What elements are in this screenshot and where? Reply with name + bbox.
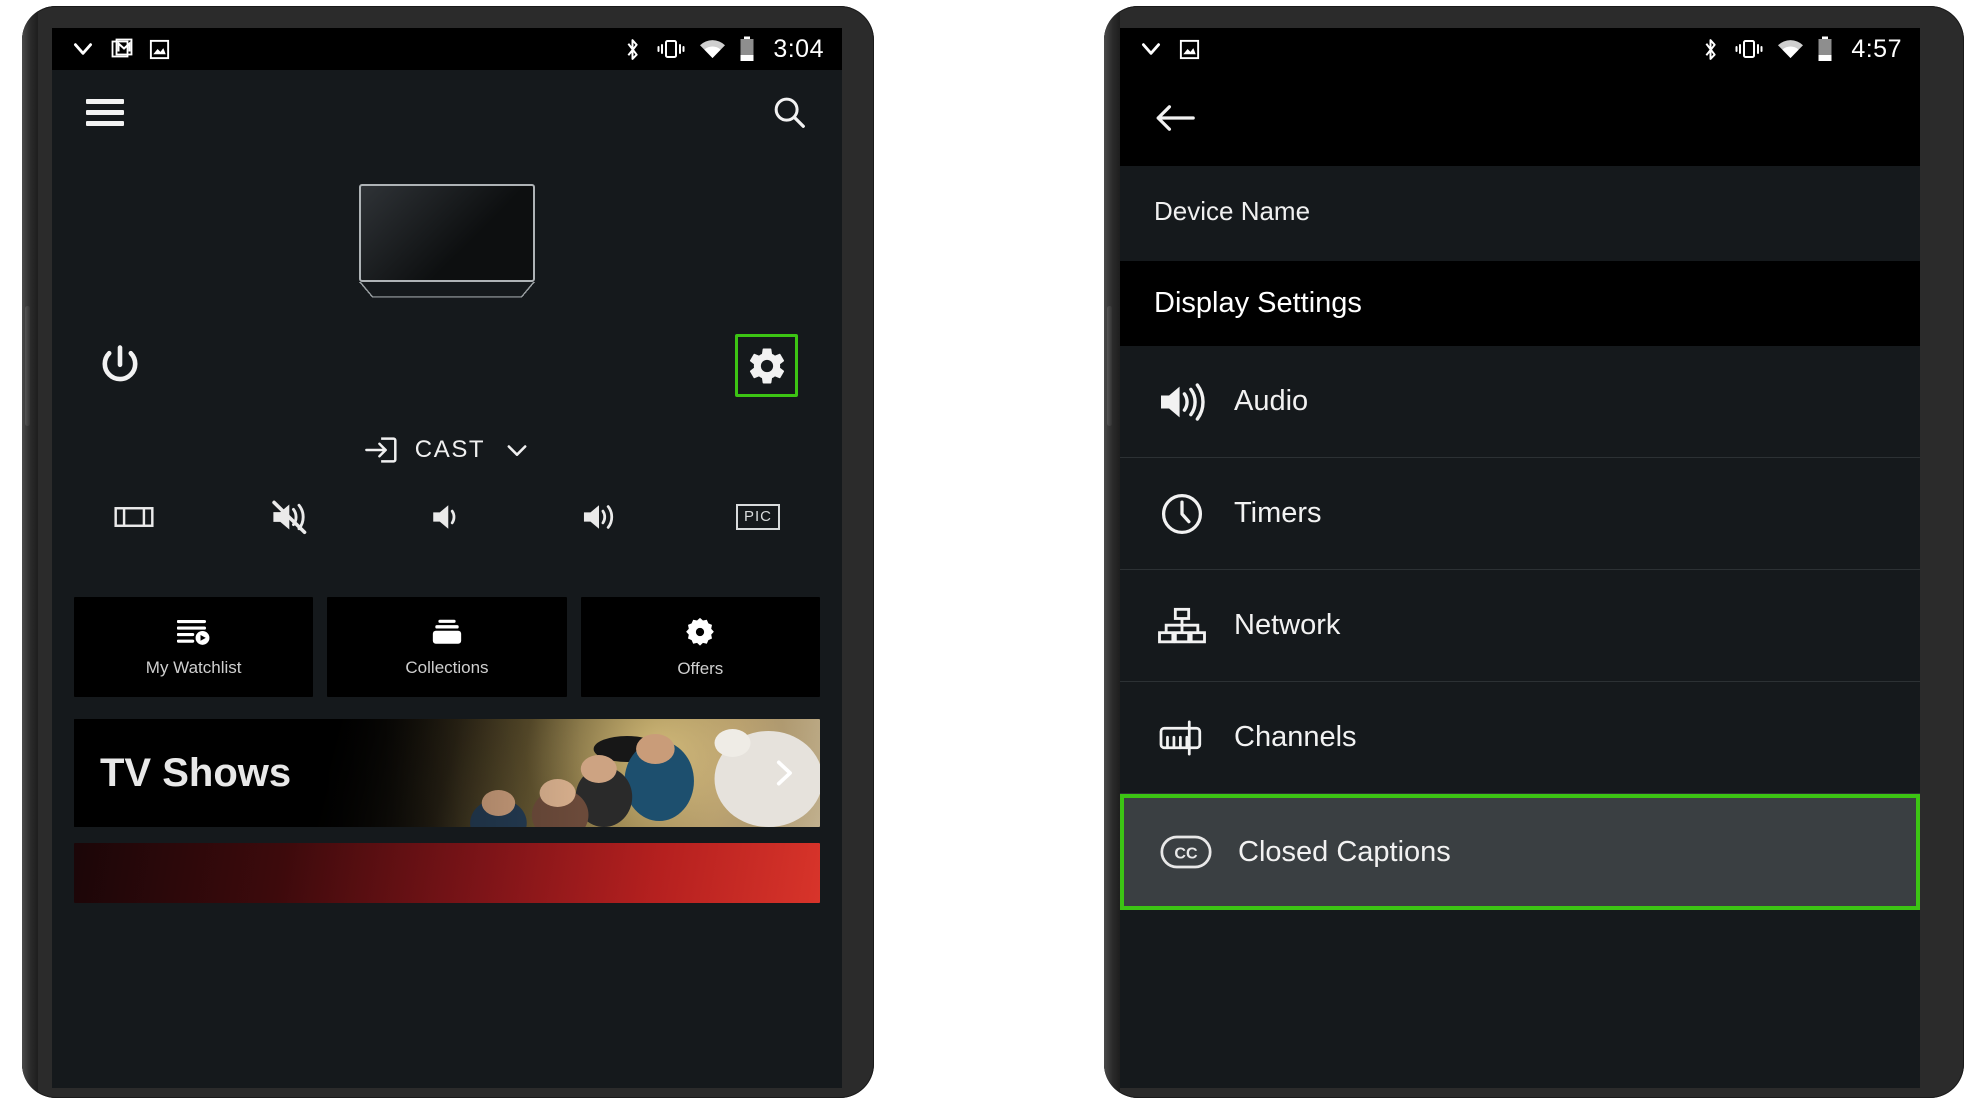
vibrate-icon bbox=[656, 38, 686, 60]
right-phone-volume-button[interactable] bbox=[1107, 306, 1112, 426]
hamburger-menu-icon[interactable] bbox=[86, 98, 124, 126]
picture-mode-icon[interactable]: PIC bbox=[735, 504, 780, 530]
playlist-play-icon bbox=[176, 617, 211, 647]
tv-stand-illustration bbox=[359, 282, 535, 298]
settings-item-channels[interactable]: Channels bbox=[1120, 682, 1920, 794]
banner-title: TV Shows bbox=[100, 750, 292, 795]
settings-item-label: Channels bbox=[1234, 721, 1357, 753]
display-settings-header: Display Settings bbox=[1120, 261, 1920, 346]
remote-controls-row: PIC bbox=[52, 465, 842, 535]
speaker-icon bbox=[1154, 381, 1210, 423]
tv-shows-banner[interactable]: TV Shows bbox=[74, 719, 820, 827]
cast-selector[interactable]: CAST bbox=[52, 435, 842, 465]
wifi-icon bbox=[699, 39, 726, 60]
channels-tuner-icon bbox=[1154, 717, 1210, 759]
device-name-row[interactable]: Device Name bbox=[1120, 166, 1920, 261]
right-status-bar: 4:57 bbox=[1120, 28, 1920, 70]
volume-down-icon[interactable] bbox=[427, 500, 463, 534]
card-label: Offers bbox=[677, 658, 724, 678]
settings-list: Audio Timers Network Channels CC Closed … bbox=[1120, 346, 1920, 910]
chevron-down-icon bbox=[1138, 36, 1164, 62]
battery-icon bbox=[1817, 36, 1833, 62]
screenshot-root: 3:04 CAST PIC My Watchlist Collections O… bbox=[0, 0, 1985, 1101]
arrow-back-icon[interactable] bbox=[1154, 101, 1196, 135]
left-phone-screen: 3:04 CAST PIC My Watchlist Collections O… bbox=[52, 28, 842, 1088]
collections-icon bbox=[431, 617, 463, 647]
tv-screen-illustration bbox=[359, 184, 535, 282]
left-phone-volume-button[interactable] bbox=[25, 306, 30, 426]
volume-up-icon[interactable] bbox=[579, 500, 619, 534]
chevron-down-icon bbox=[70, 36, 96, 62]
settings-item-label: Audio bbox=[1234, 385, 1309, 417]
card-my-watchlist[interactable]: My Watchlist bbox=[74, 597, 314, 697]
card-label: My Watchlist bbox=[145, 657, 242, 677]
right-phone-screen: 4:57 Device Name Display Settings Audio … bbox=[1120, 28, 1920, 1088]
secondary-banner[interactable] bbox=[74, 843, 820, 903]
power-icon[interactable] bbox=[96, 342, 144, 390]
image-icon bbox=[148, 38, 171, 61]
right-status-time: 4:57 bbox=[1851, 34, 1902, 63]
settings-item-label: Network bbox=[1234, 609, 1341, 641]
settings-item-audio[interactable]: Audio bbox=[1120, 346, 1920, 458]
device-name-label: Device Name bbox=[1154, 196, 1311, 226]
closed-captions-icon: CC bbox=[1158, 835, 1214, 869]
settings-item-timers[interactable]: Timers bbox=[1120, 458, 1920, 570]
card-offers[interactable]: Offers bbox=[580, 597, 820, 697]
card-label: Collections bbox=[405, 657, 489, 677]
remote-control-panel: CAST PIC My Watchlist Collections Offers… bbox=[52, 154, 842, 903]
bluetooth-icon bbox=[622, 37, 643, 62]
search-icon[interactable] bbox=[770, 93, 808, 131]
volume-mute-icon[interactable] bbox=[270, 499, 310, 535]
svg-text:CC: CC bbox=[1174, 845, 1198, 863]
vibrate-icon bbox=[1734, 38, 1764, 60]
settings-item-label: Timers bbox=[1234, 497, 1322, 529]
battery-icon bbox=[739, 36, 755, 62]
clock-icon bbox=[1154, 491, 1210, 537]
gear-icon bbox=[746, 345, 788, 387]
input-source-icon bbox=[363, 435, 397, 465]
image-icon bbox=[1178, 38, 1201, 61]
right-phone-bezel bbox=[1104, 6, 1120, 1098]
left-app-bar bbox=[52, 70, 842, 154]
settings-item-network[interactable]: Network bbox=[1120, 570, 1920, 682]
gmail-icon bbox=[110, 37, 134, 61]
offers-badge-icon bbox=[684, 616, 716, 648]
chevron-right-icon[interactable] bbox=[766, 756, 800, 790]
power-and-settings-row bbox=[52, 304, 842, 397]
right-phone-device: 4:57 Device Name Display Settings Audio … bbox=[1104, 6, 1964, 1098]
chevron-down-icon[interactable] bbox=[503, 436, 531, 464]
settings-item-label: Closed Captions bbox=[1238, 835, 1451, 868]
settings-gear-button[interactable] bbox=[735, 334, 798, 397]
wifi-icon bbox=[1777, 39, 1804, 60]
aspect-ratio-icon[interactable] bbox=[114, 503, 154, 531]
left-phone-device: 3:04 CAST PIC My Watchlist Collections O… bbox=[22, 6, 874, 1098]
card-collections[interactable]: Collections bbox=[327, 597, 567, 697]
cast-label: CAST bbox=[414, 436, 486, 463]
left-status-bar: 3:04 bbox=[52, 28, 842, 70]
section-title: Display Settings bbox=[1154, 287, 1362, 319]
quick-cards-row: My Watchlist Collections Offers bbox=[52, 597, 842, 697]
bluetooth-icon bbox=[1700, 37, 1721, 62]
left-status-time: 3:04 bbox=[773, 34, 824, 63]
left-phone-bezel bbox=[22, 6, 38, 1098]
settings-item-closed-captions[interactable]: CC Closed Captions bbox=[1120, 794, 1920, 910]
settings-app-bar bbox=[1120, 70, 1920, 166]
network-hierarchy-icon bbox=[1154, 606, 1210, 646]
tv-preview bbox=[52, 184, 842, 304]
